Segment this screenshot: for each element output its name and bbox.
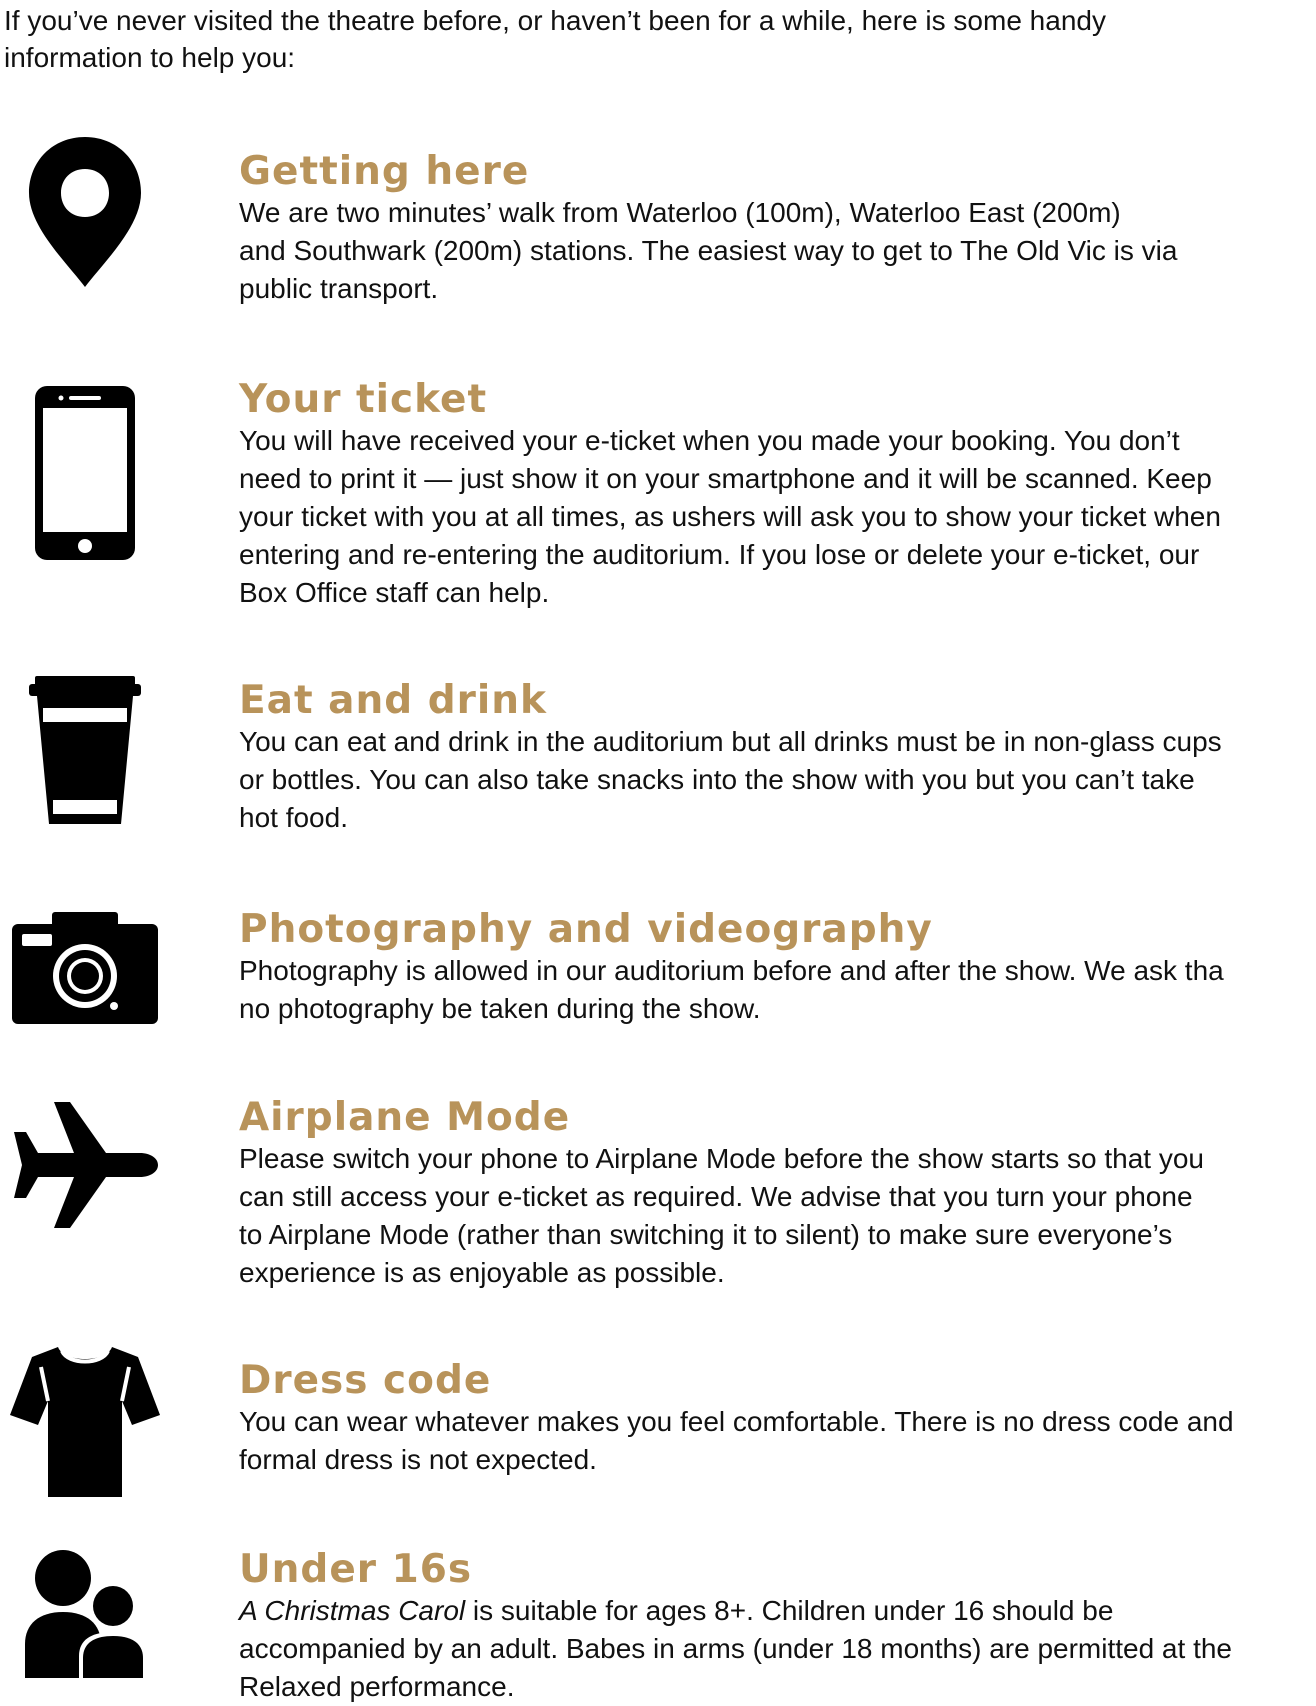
section-text: You can eat and drink in the auditorium … [239,723,1316,837]
location-pin-icon [0,135,170,289]
section-text: You can wear whatever makes you feel com… [239,1403,1316,1479]
text-line: hot food. [239,802,348,833]
text-line: Relaxed performance. [239,1671,515,1702]
intro-line-2: information to help you: [4,42,296,73]
section-text: Please switch your phone to Airplane Mod… [239,1140,1316,1292]
text-line: Photography is allowed in our auditorium… [239,955,1224,986]
section-your-ticket: Your ticket You will have received your … [0,378,1316,618]
text-line: Box Office staff can help. [239,577,550,608]
takeaway-cup-icon [0,674,170,826]
text-line: is suitable for ages 8+. Children under … [465,1595,1114,1626]
section-heading: Getting here [239,149,530,194]
text-line: your ticket with you at all times, as us… [239,501,1221,532]
text-line: no photography be taken during the show. [239,993,761,1024]
text-line: need to print it — just show it on your … [239,463,1212,494]
section-text: We are two minutes’ walk from Waterloo (… [239,194,1316,308]
camera-icon [0,910,170,1026]
people-icon [0,1548,170,1678]
section-dress-code: Dress code You can wear whatever makes y… [0,1343,1316,1503]
section-heading: Under 16s [239,1547,473,1592]
t-shirt-icon [0,1343,170,1499]
text-line: You can wear whatever makes you feel com… [239,1406,1234,1437]
intro-text: If you’ve never visited the theatre befo… [4,2,1204,76]
text-line: and Southwark (200m) stations. The easie… [239,235,1178,266]
text-line: We are two minutes’ walk from Waterloo (… [239,197,1121,228]
show-title: A Christmas Carol [239,1595,466,1626]
smartphone-icon [0,384,170,562]
section-text: A Christmas Carol is suitable for ages 8… [239,1592,1316,1706]
text-line: can still access your e-ticket as requir… [239,1181,1193,1212]
section-heading: Dress code [239,1358,492,1403]
section-text: Photography is allowed in our auditorium… [239,952,1316,1028]
text-line: public transport. [239,273,439,304]
section-heading: Photography and videography [239,907,933,952]
section-photography: Photography and videography Photography … [0,908,1316,1033]
airplane-icon [0,1100,170,1230]
text-line: accompanied by an adult. Babes in arms (… [239,1633,1232,1664]
intro-line-1: If you’ve never visited the theatre befo… [4,5,1106,36]
section-text: You will have received your e-ticket whe… [239,422,1316,612]
section-getting-here: Getting here We are two minutes’ walk fr… [0,135,1316,305]
section-heading: Eat and drink [239,678,547,723]
section-heading: Airplane Mode [239,1095,571,1140]
section-heading: Your ticket [239,377,488,422]
text-line: formal dress is not expected. [239,1444,597,1475]
text-line: entering and re-entering the auditorium.… [239,539,1200,570]
section-eat-and-drink: Eat and drink You can eat and drink in t… [0,674,1316,834]
section-under-16s: Under 16s A Christmas Carol is suitable … [0,1548,1316,1705]
text-line: experience is as enjoyable as possible. [239,1257,725,1288]
text-line: You will have received your e-ticket whe… [239,425,1180,456]
text-line: Please switch your phone to Airplane Mod… [239,1143,1205,1174]
text-line: to Airplane Mode (rather than switching … [239,1219,1173,1250]
text-line: You can eat and drink in the auditorium … [239,726,1222,757]
text-line: or bottles. You can also take snacks int… [239,764,1195,795]
section-airplane-mode: Airplane Mode Please switch your phone t… [0,1096,1316,1296]
